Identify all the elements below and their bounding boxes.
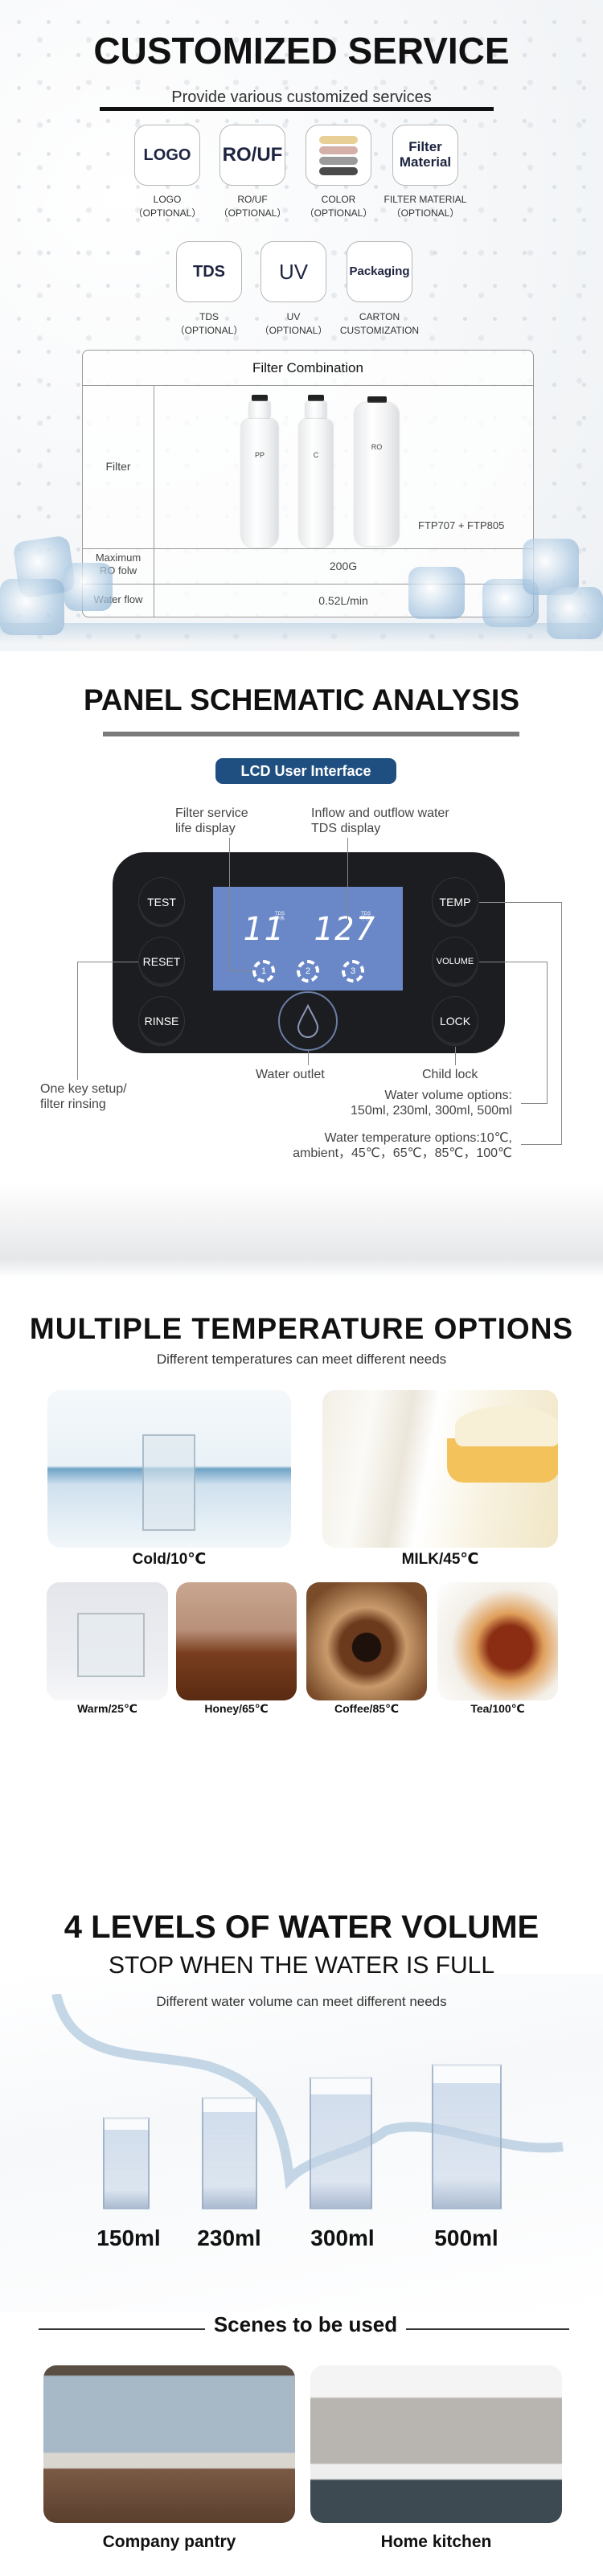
max-ro-flow-value: 200G (329, 560, 358, 572)
color-swatches-icon (306, 125, 371, 186)
tds-option-icon: TDS (176, 241, 242, 302)
water-drop-icon (297, 1004, 319, 1038)
section-subtitle: Different temperatures can meet differen… (156, 1352, 447, 1367)
glass-300ml (310, 2077, 372, 2209)
milk-image (322, 1390, 558, 1548)
cold-water-image (47, 1390, 291, 1548)
leader-line (547, 962, 548, 1103)
swatch-rose (319, 146, 358, 154)
section-subtitle: STOP WHEN THE WATER IS FULL (108, 1952, 495, 1979)
carton-option-label: CARTON CUSTOMIZATION (339, 311, 420, 337)
carbon-filter-cartridge: C (299, 395, 333, 548)
glass-150ml (103, 2117, 150, 2209)
company-pantry-label: Company pantry (102, 2533, 236, 2551)
honey-label: Honey/65℃ (204, 1702, 269, 1715)
swatch-dark (319, 166, 358, 175)
logo-option-icon: LOGO (134, 125, 200, 186)
rinse-button[interactable]: RINSE (138, 996, 185, 1046)
volume-button[interactable]: VOLUME (432, 937, 478, 987)
lcd-tag: TDS 净水 (361, 912, 371, 921)
filter-material-option-label: FILTER MATERIAL （OPTIONAL） (384, 194, 467, 219)
warm-water-image (47, 1582, 168, 1700)
lcd-interface-badge: LCD User Interface (215, 758, 396, 784)
volume-annotation: Water volume options: 150ml, 230ml, 300ml… (351, 1089, 512, 1118)
filter-2-indicator: 2 (297, 960, 319, 982)
milk-label: MILK/45℃ (401, 1551, 479, 1568)
section-title: MULTIPLE TEMPERATURE OPTIONS (29, 1312, 574, 1345)
panel-section-fade (0, 1182, 603, 1278)
cold-label: Cold/10℃ (132, 1551, 207, 1568)
uv-option-icon: UV (260, 241, 326, 302)
section-title: CUSTOMIZED SERVICE (93, 30, 510, 72)
leader-line (521, 1103, 548, 1104)
leader-line (308, 1051, 309, 1065)
filter-life-annotation: Filter service life display (175, 806, 248, 836)
ro-filter-cartridge: RO (355, 396, 399, 546)
tds-annotation: Inflow and outflow water TDS display (311, 806, 449, 836)
pp-filter-cartridge: PP (241, 395, 278, 548)
water-splash (0, 623, 603, 643)
leader-line (347, 838, 348, 922)
section-title: 4 LEVELS OF WATER VOLUME (64, 1909, 539, 1945)
tea-label: Tea/100℃ (470, 1702, 525, 1715)
water-outlet-annotation: Water outlet (256, 1068, 325, 1081)
honey-image (176, 1582, 297, 1700)
section-title: Scenes to be used (205, 2312, 406, 2337)
filter-1-indicator: 1 (252, 960, 275, 982)
filter-model: FTP707 + FTP805 (418, 519, 505, 531)
filter-combination-table: Filter Combination Filter Maximum RO fol… (82, 350, 534, 617)
volume-label-150: 150ml (96, 2225, 161, 2250)
water-outlet-button[interactable] (278, 991, 338, 1051)
swatch-gold (319, 135, 358, 144)
leader-line (455, 1047, 456, 1065)
leader-line (479, 902, 561, 903)
section-title: PANEL SCHEMATIC ANALYSIS (83, 683, 520, 716)
coffee-label: Coffee/85℃ (334, 1702, 399, 1715)
lcd-tag: TDS 净水 (275, 912, 285, 921)
water-flow-value: 0.52L/min (318, 594, 368, 607)
row-label-filter: Filter (105, 460, 131, 473)
warm-label: Warm/25℃ (77, 1702, 137, 1715)
section-subtitle: Provide various customized services (171, 88, 432, 106)
leader-line (77, 962, 78, 1080)
lock-button[interactable]: LOCK (432, 996, 478, 1046)
coffee-image (306, 1582, 427, 1700)
divider (83, 385, 533, 386)
home-kitchen-image (310, 2365, 562, 2523)
divider (83, 584, 533, 585)
leader-line (229, 970, 253, 971)
child-lock-annotation: Child lock (422, 1068, 478, 1081)
company-pantry-image (43, 2365, 295, 2523)
swatch-gray (319, 156, 358, 165)
home-kitchen-label: Home kitchen (380, 2533, 492, 2551)
ice-cube-image (64, 563, 113, 611)
volume-label-500: 500ml (434, 2225, 498, 2250)
temp-button[interactable]: TEMP (432, 877, 478, 927)
table-header: Filter Combination (252, 360, 363, 375)
title-underline (103, 732, 519, 736)
leader-line (229, 838, 230, 971)
volume-label-300: 300ml (310, 2225, 375, 2250)
rinse-annotation: One key setup/ filter rinsing (40, 1082, 127, 1112)
volume-label-230: 230ml (197, 2225, 261, 2250)
leader-line (521, 1144, 562, 1145)
glass-230ml (202, 2097, 257, 2209)
filter-3-indicator: 3 (342, 960, 364, 982)
filter-material-option-icon: Filter Material (392, 125, 458, 186)
title-underline (100, 107, 494, 111)
ice-cube-image (408, 567, 465, 619)
tea-image (437, 1582, 558, 1700)
temperature-annotation: Water temperature options:10℃, ambient，45… (293, 1131, 512, 1161)
packaging-option-icon: Packaging (347, 241, 412, 302)
ro-uf-option-icon: RO/UF (219, 125, 285, 186)
divider (83, 548, 533, 549)
leader-line (561, 902, 562, 1144)
glass-500ml (432, 2064, 502, 2209)
reset-button[interactable]: RESET (138, 937, 185, 987)
test-button[interactable]: TEST (138, 877, 185, 927)
